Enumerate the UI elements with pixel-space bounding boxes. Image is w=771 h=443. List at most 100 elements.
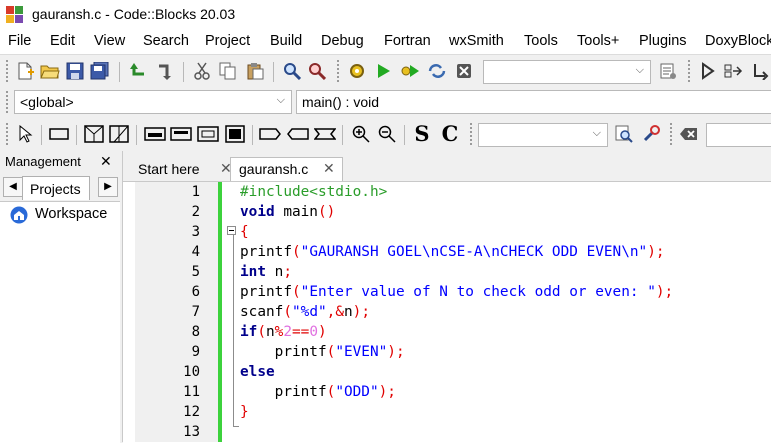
pointer-icon[interactable] (14, 123, 36, 145)
menu-plugins[interactable]: Plugins (639, 33, 687, 49)
close-icon[interactable]: ✕ (323, 160, 335, 177)
search-combo[interactable]: ⌵ (478, 123, 608, 147)
open-folder-icon[interactable] (39, 60, 61, 82)
line-number: 10 (183, 364, 200, 380)
menu-debug[interactable]: Debug (321, 33, 364, 49)
code-completion-toolbar: <global> ⌵ main() : void (0, 86, 771, 118)
toolbar-grip[interactable] (670, 123, 675, 145)
menu-project[interactable]: Project (205, 33, 250, 49)
save-all-icon[interactable] (89, 60, 111, 82)
code-token: printf (240, 284, 292, 300)
toolbar-grip[interactable] (470, 123, 475, 145)
tab-start-here[interactable]: Start here ✕ (131, 157, 237, 181)
run-to-cursor-icon[interactable] (722, 60, 744, 82)
scope-combo[interactable]: <global> ⌵ (14, 90, 292, 114)
code-token: 0 (309, 324, 319, 340)
line-number: 12 (183, 404, 200, 420)
shape-arrow-right-icon[interactable] (259, 123, 281, 145)
fold-marker-icon[interactable] (227, 226, 236, 235)
code-token: printf (240, 344, 327, 360)
block-icon-2[interactable] (170, 123, 192, 145)
toolbar-grip[interactable] (6, 60, 11, 82)
menu-tools-plus[interactable]: Tools+ (577, 33, 619, 49)
line-number: 5 (191, 264, 200, 280)
block-icon-1[interactable] (144, 123, 166, 145)
code-token: ); (387, 344, 405, 360)
build-target-combo[interactable]: ⌵ (483, 60, 651, 84)
shape-arrow-left-icon[interactable] (287, 123, 309, 145)
code-token: void (240, 204, 275, 220)
save-icon[interactable] (64, 60, 86, 82)
font-s-button[interactable]: S (411, 121, 433, 146)
code-token: ) (318, 324, 327, 340)
run-icon[interactable] (372, 60, 394, 82)
line-number: 2 (191, 204, 200, 220)
new-file-icon[interactable] (14, 60, 36, 82)
fold-line (233, 232, 234, 427)
menu-file[interactable]: File (8, 33, 31, 49)
tab-projects-label: Projects (30, 181, 81, 197)
debug-run-icon[interactable] (696, 60, 718, 82)
line-number: 3 (191, 224, 200, 240)
line-number: 4 (191, 244, 200, 260)
window-title: gauransh.c - Code::Blocks 20.03 (32, 6, 236, 22)
code-token: else (240, 364, 275, 380)
menu-edit[interactable]: Edit (50, 33, 75, 49)
search-go-icon[interactable] (613, 123, 635, 145)
tab-projects[interactable]: Projects (22, 176, 90, 200)
code-line: #include<stdio.h> (240, 182, 387, 202)
menu-tools[interactable]: Tools (524, 33, 558, 49)
paste-icon[interactable] (244, 60, 266, 82)
block-icon-4[interactable] (224, 123, 246, 145)
settings-wrench-icon[interactable] (640, 123, 662, 145)
redo-icon[interactable] (154, 60, 176, 82)
cut-icon[interactable] (191, 60, 213, 82)
code-token: "Enter value of N to check odd or even: … (300, 284, 656, 300)
line-number: 6 (191, 284, 200, 300)
zoom-out-icon[interactable] (376, 123, 398, 145)
editor-tabs: Start here ✕ gauransh.c ✕ (123, 151, 771, 181)
code-line: printf("Enter value of N to check odd or… (240, 282, 673, 302)
block-icon-3[interactable] (197, 123, 219, 145)
replace-icon[interactable] (306, 60, 328, 82)
tree-item-workspace[interactable]: Workspace (6, 204, 118, 226)
decision-box-icon[interactable] (83, 123, 105, 145)
build-and-run-icon[interactable] (399, 60, 421, 82)
shape-bowtie-icon[interactable] (314, 123, 336, 145)
rectangle-icon[interactable] (48, 123, 70, 145)
projects-tree: Workspace (0, 201, 120, 443)
undo-icon[interactable] (128, 60, 150, 82)
build-gear-icon[interactable] (346, 60, 368, 82)
menu-fortran[interactable]: Fortran (384, 33, 431, 49)
menu-view[interactable]: View (94, 33, 125, 49)
toolbar-grip[interactable] (688, 60, 693, 82)
build-options-icon[interactable] (657, 60, 679, 82)
management-close-icon[interactable]: ✕ (100, 153, 112, 170)
tab-scroll-left-icon[interactable]: ◀ (3, 177, 23, 197)
menu-search[interactable]: Search (143, 33, 189, 49)
code-line: { (240, 222, 249, 242)
zoom-in-icon[interactable] (350, 123, 372, 145)
rebuild-icon[interactable] (426, 60, 448, 82)
code-token: n (266, 324, 275, 340)
code-token: scanf (240, 304, 284, 320)
clear-search-icon[interactable] (678, 123, 700, 145)
parallel-box-icon[interactable] (108, 123, 130, 145)
code-token: if (240, 324, 258, 340)
find-icon[interactable] (281, 60, 303, 82)
font-c-button[interactable]: C (439, 121, 461, 146)
copy-icon[interactable] (217, 60, 239, 82)
function-combo[interactable]: main() : void (296, 90, 771, 114)
menu-build[interactable]: Build (270, 33, 302, 49)
menu-wxsmith[interactable]: wxSmith (449, 33, 504, 49)
code-token: n (343, 304, 353, 320)
symbol-search-input[interactable] (706, 123, 771, 147)
menu-doxyblocks[interactable]: DoxyBlocks (705, 33, 771, 49)
abort-icon[interactable] (453, 60, 475, 82)
tab-scroll-right-icon[interactable]: ▶ (98, 177, 118, 197)
tab-gauransh-c[interactable]: gauransh.c ✕ (230, 157, 343, 181)
next-line-icon[interactable] (749, 60, 771, 82)
toolbar-grip[interactable] (6, 91, 11, 113)
toolbar-grip[interactable] (337, 60, 342, 82)
toolbar-grip[interactable] (6, 123, 11, 145)
